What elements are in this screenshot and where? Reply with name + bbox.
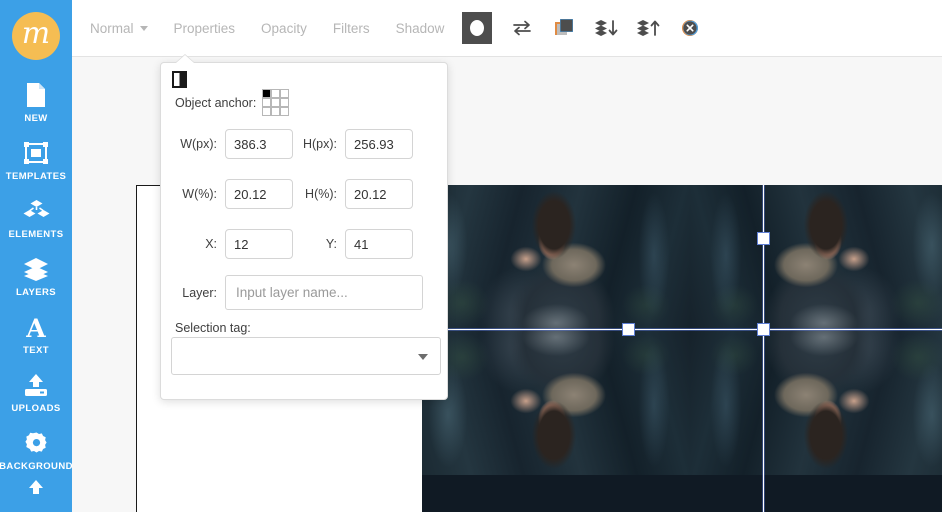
flip-swap-icon[interactable] [508, 14, 536, 42]
size-px-row: W(px): H(px): [171, 129, 441, 159]
properties-popover: Object anchor: W(px): H(px): W(%): H(% [160, 62, 448, 400]
object-anchor-row: Object anchor: [175, 88, 290, 116]
photo-image-mirror [422, 330, 690, 475]
photo-half-top [690, 185, 942, 330]
sidebar-item-label-uploads: UPLOADS [11, 403, 61, 414]
photo-half-top [422, 185, 690, 330]
layers-icon [19, 254, 53, 284]
selection-guide-horizontal [422, 329, 942, 330]
blend-mode-value: Normal [90, 20, 134, 36]
photo-tile-1 [422, 185, 690, 475]
app-root: m NEW TEMPLATES ELEMENTS LAYERS A TEXT U… [0, 0, 942, 512]
photo-half-bottom-mirrored [422, 330, 690, 475]
mask-ellipse-icon[interactable] [462, 12, 493, 44]
y-position-input[interactable] [345, 229, 413, 259]
sidebar-item-text[interactable]: A TEXT [0, 304, 72, 362]
position-row: X: Y: [171, 229, 441, 259]
more-tools-icon [19, 480, 53, 494]
width-px-label: W(px): [180, 137, 217, 151]
duplicate-layer-icon[interactable] [550, 14, 578, 42]
sidebar-item-label-text: TEXT [23, 345, 49, 356]
send-layer-down-icon[interactable] [592, 14, 620, 42]
sidebar-item-label-background: BACKGROUND [0, 461, 72, 472]
sidebar-item-background[interactable]: BACKGROUND [0, 420, 72, 478]
background-gear-icon [19, 428, 53, 458]
canvas-photo-layer[interactable] [422, 185, 942, 512]
width-px-input[interactable] [225, 129, 293, 159]
popover-caret-icon [176, 55, 194, 63]
selection-tag-select[interactable] [171, 337, 441, 375]
new-document-icon [19, 80, 53, 110]
app-logo[interactable]: m [0, 0, 72, 72]
sidebar-item-uploads[interactable]: UPLOADS [0, 362, 72, 420]
selection-handle-top-center[interactable] [757, 232, 770, 245]
width-pct-input[interactable] [225, 179, 293, 209]
sidebar-item-label-new: NEW [24, 113, 48, 124]
elements-icon [19, 196, 53, 226]
tab-opacity[interactable]: Opacity [261, 21, 307, 36]
x-position-label: X: [205, 237, 217, 251]
sidebar-item-label-elements: ELEMENTS [8, 229, 64, 240]
sidebar-item-templates[interactable]: TEMPLATES [0, 130, 72, 188]
sidebar-item-new[interactable]: NEW [0, 72, 72, 130]
sidebar-item-label-templates: TEMPLATES [5, 171, 67, 182]
selection-handle-center[interactable] [757, 323, 770, 336]
delete-layer-icon[interactable] [676, 14, 704, 42]
photo-tile-2 [690, 185, 942, 475]
uploads-icon [19, 370, 53, 400]
height-pct-label: H(%): [305, 187, 337, 201]
sidebar-item-elements[interactable]: ELEMENTS [0, 188, 72, 246]
tab-properties[interactable]: Properties [174, 21, 236, 36]
photo-image [690, 185, 942, 330]
chevron-down-icon [139, 25, 148, 31]
left-sidebar: m NEW TEMPLATES ELEMENTS LAYERS A TEXT U… [0, 0, 72, 512]
photo-image [422, 185, 690, 330]
sidebar-item-label-layers: LAYERS [15, 287, 57, 298]
tab-filters[interactable]: Filters [333, 21, 370, 36]
text-icon: A [19, 312, 53, 342]
sidebar-item-overflow[interactable] [0, 478, 72, 503]
layer-name-label: Layer: [182, 285, 217, 300]
layer-name-row: Layer: [171, 275, 441, 310]
chevron-down-icon [418, 354, 428, 360]
tab-shadow[interactable]: Shadow [396, 21, 445, 36]
size-pct-row: W(%): H(%): [171, 179, 441, 209]
selection-handle-left-middle[interactable] [622, 323, 635, 336]
svg-text:A: A [25, 314, 46, 340]
height-px-input[interactable] [345, 129, 413, 159]
logo-letter: m [12, 12, 60, 60]
photo-half-bottom-mirrored [690, 330, 942, 475]
anchor-cell-bottom-right[interactable] [279, 106, 290, 116]
object-anchor-grid[interactable] [261, 88, 290, 116]
photo-image-mirror [690, 330, 942, 475]
sidebar-item-layers[interactable]: LAYERS [0, 246, 72, 304]
layer-name-input[interactable] [225, 275, 423, 310]
templates-icon [19, 138, 53, 168]
y-position-label: Y: [325, 237, 337, 251]
width-pct-label: W(%): [182, 187, 217, 201]
bring-layer-up-icon[interactable] [634, 14, 662, 42]
object-anchor-label: Object anchor: [175, 95, 257, 110]
blend-mode-dropdown[interactable]: Normal [90, 21, 148, 36]
height-px-label: H(px): [302, 137, 337, 151]
x-position-input[interactable] [225, 229, 293, 259]
selection-tag-label: Selection tag: [175, 321, 251, 335]
height-pct-input[interactable] [345, 179, 413, 209]
top-toolbar: Normal Properties Opacity Filters Shadow [72, 0, 942, 57]
